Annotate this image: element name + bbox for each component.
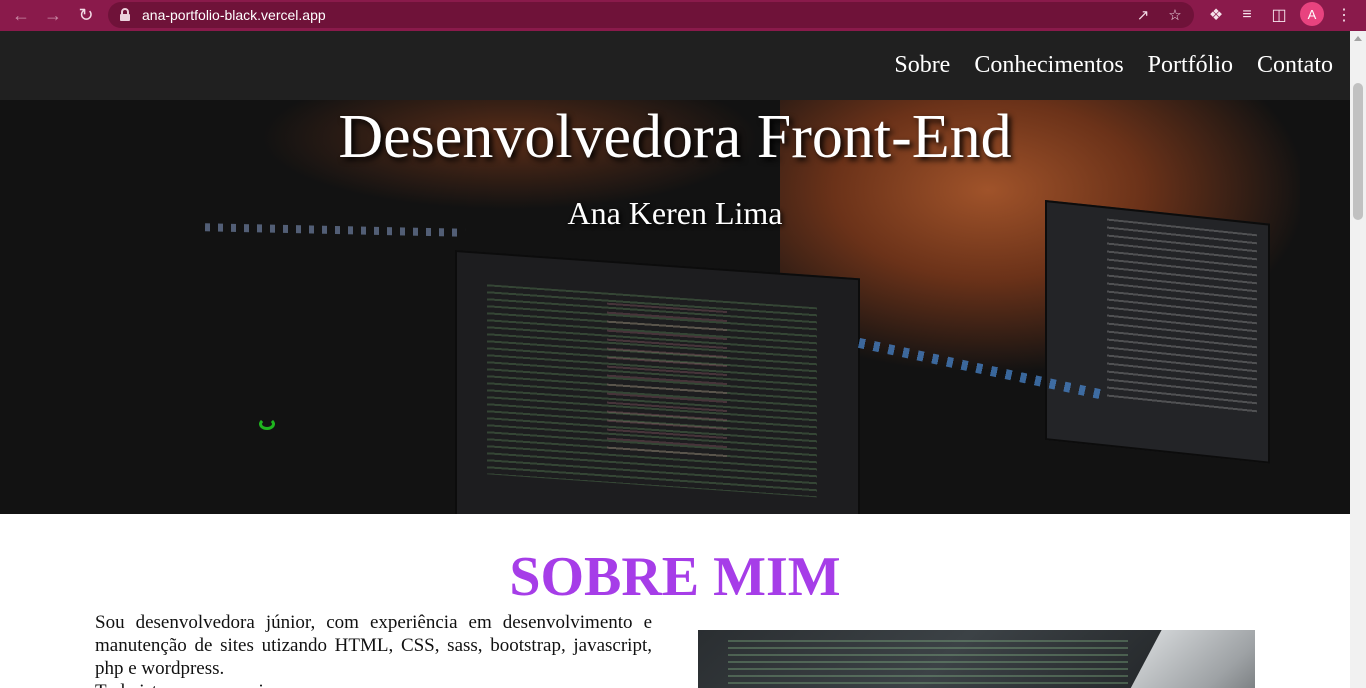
scrollbar-thumb[interactable] [1353,83,1363,220]
hero-title: Desenvolvedora Front-End [338,103,1012,171]
share-icon[interactable]: ↗ [1134,6,1152,24]
back-icon[interactable]: ← [8,2,34,28]
star-icon[interactable]: ☆ [1166,6,1184,24]
hero-background-code-screen [455,250,860,514]
about-laptop-image [698,630,1255,688]
hero-subtitle: Ana Keren Lima [567,195,783,231]
site-navbar: Sobre Conhecimentos Portfólio Contato [0,31,1350,100]
loading-spinner-icon [259,418,275,430]
about-paragraph-2: Tudo isto me proporcionou... [95,680,652,688]
address-bar[interactable]: ana-portfolio-black.vercel.app ↗ ☆ [108,2,1194,28]
nav-link-portfolio[interactable]: Portfólio [1148,52,1233,79]
puzzle-icon[interactable]: ❖ [1203,2,1229,28]
nav-link-sobre[interactable]: Sobre [894,52,950,79]
reload-icon[interactable]: ↻ [73,2,99,28]
forward-icon[interactable]: → [40,2,66,28]
scroll-up-arrow-icon[interactable] [1354,36,1362,41]
url-text[interactable]: ana-portfolio-black.vercel.app [142,7,326,23]
about-text: Sou desenvolvedora júnior, com experiênc… [95,611,652,688]
profile-avatar[interactable]: A [1300,2,1324,26]
lock-icon[interactable] [120,8,130,21]
nav-link-contato[interactable]: Contato [1257,52,1333,79]
hero-banner: Desenvolvedora Front-End Ana Keren Lima [0,100,1350,514]
hero-background-music-screen [1045,200,1270,464]
playlist-icon[interactable]: ≡ [1234,2,1260,28]
sidepanel-icon[interactable]: ◫ [1266,2,1292,28]
kebab-menu-icon[interactable]: ⋮ [1331,2,1357,28]
nav-link-conhecimentos[interactable]: Conhecimentos [974,52,1123,79]
page-scrollbar[interactable] [1350,31,1366,688]
browser-toolbar: ← → ↻ ana-portfolio-black.vercel.app ↗ ☆… [0,0,1366,31]
about-paragraph-1: Sou desenvolvedora júnior, com experiênc… [95,612,652,679]
about-section-title: SOBRE MIM [509,546,841,608]
